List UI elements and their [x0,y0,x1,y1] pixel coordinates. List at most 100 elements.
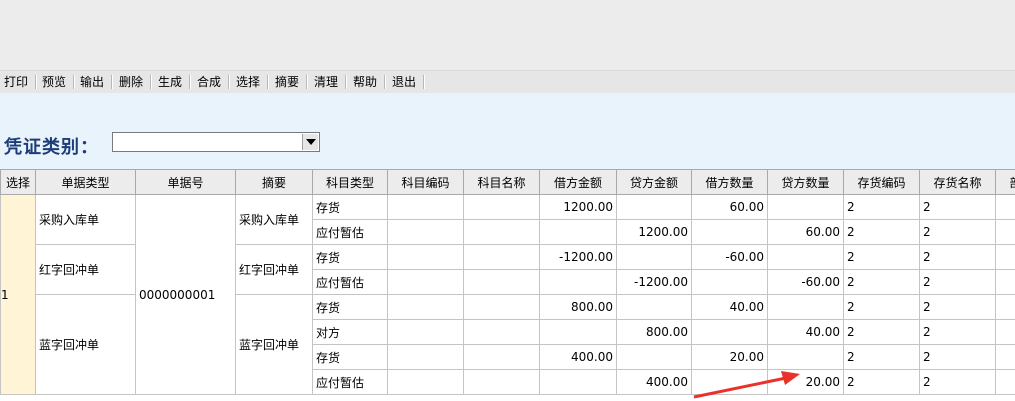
empty-cell [463,319,540,345]
credit-amount-cell: 400.00 [616,369,692,395]
inventory-name-cell: 2 [919,319,996,345]
toolbar-separator [35,75,37,89]
dropdown-arrow-button[interactable] [302,134,318,150]
toolbar-select-button[interactable]: 选择 [234,73,262,91]
empty-cell [463,194,540,220]
subject-type-cell: 应付暂估 [312,369,388,395]
empty-cell [463,369,540,395]
window-top-area [0,0,1015,70]
toolbar-help-button[interactable]: 帮助 [351,73,379,91]
column-header-doc-no[interactable]: 单据号 [135,169,236,195]
column-header-summary[interactable]: 摘要 [235,169,313,195]
column-header-credit-amount[interactable]: 贷方金额 [616,169,692,195]
toolbar-delete-button[interactable]: 删除 [117,73,145,91]
empty-cell [995,269,1015,295]
table-row[interactable]: 1 采购入库单 0000000001 采购入库单 存货 1200.00 60.00 2 2 [0,194,1015,395]
column-header-subject-code[interactable]: 科目编码 [387,169,464,195]
debit-amount-cell: 800.00 [539,294,617,320]
voucher-table: 选择 单据类型 单据号 摘要 科目类型 科目编码 科目名称 借方金额 贷方金额 借方数量 贷方数量存… [0,169,1015,395]
toolbar-separator [384,75,386,89]
empty-cell [387,319,464,345]
inventory-name-cell: 2 [919,219,996,245]
inventory-code-cell: 2 [843,244,920,270]
empty-cell [995,194,1015,220]
empty-cell [387,344,464,370]
debit-amount-cell: 1200.00 [539,194,617,220]
credit-amount-cell [616,294,692,320]
credit-qty-cell: 40.00 [767,319,844,345]
subject-type-cell: 存货 [312,344,388,370]
toolbar-preview-button[interactable]: 预览 [40,73,68,91]
debit-qty-cell [691,369,768,395]
column-header-inventory-name[interactable]: 存货名称 [919,169,996,195]
credit-qty-cell: -60.00 [767,269,844,295]
debit-amount-cell [539,319,617,345]
subject-type-cell: 存货 [312,194,388,220]
subject-type-cell: 应付暂估 [312,269,388,295]
toolbar-generate-button[interactable]: 生成 [156,73,184,91]
select-mark-cell[interactable]: 1 [0,194,36,395]
empty-cell [387,244,464,270]
toolbar-separator [111,75,113,89]
credit-qty-cell [767,344,844,370]
toolbar-clear-button[interactable]: 清理 [312,73,340,91]
debit-amount-cell [539,269,617,295]
credit-amount-cell [616,344,692,370]
toolbar-separator [150,75,152,89]
column-header-inventory-code[interactable]: 存货编码 [843,169,920,195]
toolbar-separator [189,75,191,89]
empty-cell [387,269,464,295]
toolbar-merge-button[interactable]: 合成 [195,73,223,91]
inventory-name-cell: 2 [919,244,996,270]
inventory-code-cell: 2 [843,219,920,245]
doc-type-cell: 红字回冲单 [35,244,136,295]
column-header-debit-qty[interactable]: 借方数量 [691,169,768,195]
inventory-name-cell: 2 [919,344,996,370]
credit-amount-cell [616,194,692,220]
debit-qty-cell: -60.00 [691,244,768,270]
toolbar-separator [345,75,347,89]
toolbar-summary-button[interactable]: 摘要 [273,73,301,91]
empty-cell [387,219,464,245]
toolbar-output-button[interactable]: 输出 [78,73,106,91]
toolbar-separator [228,75,230,89]
debit-qty-cell: 60.00 [691,194,768,220]
column-header-doc-type[interactable]: 单据类型 [35,169,136,195]
doc-type-cell: 蓝字回冲单 [35,294,136,395]
empty-cell [463,344,540,370]
empty-cell [995,294,1015,320]
inventory-name-cell: 2 [919,194,996,220]
column-header-subject-name[interactable]: 科目名称 [463,169,540,195]
column-header-credit-qty[interactable]: 贷方数量 [767,169,844,195]
empty-cell [463,219,540,245]
table-header-row: 选择 单据类型 单据号 摘要 科目类型 科目编码 科目名称 借方金额 贷方金额 借方数量 贷方数量存… [0,169,1015,195]
debit-qty-cell: 40.00 [691,294,768,320]
inventory-code-cell: 2 [843,369,920,395]
inventory-code-cell: 2 [843,269,920,295]
toolbar-print-button[interactable]: 打印 [2,73,30,91]
subject-type-cell: 应付暂估 [312,219,388,245]
column-header-department[interactable]: 部 [995,169,1015,195]
voucher-type-select[interactable] [112,132,320,152]
toolbar: 打印 预览 输出 删除 生成 合成 选择 摘要 清理 帮助 退出 [0,70,1015,94]
credit-qty-cell [767,244,844,270]
summary-cell: 采购入库单 [235,194,313,245]
empty-cell [995,319,1015,345]
credit-amount-cell: -1200.00 [616,269,692,295]
toolbar-exit-button[interactable]: 退出 [390,73,418,91]
empty-cell [387,369,464,395]
inventory-code-cell: 2 [843,194,920,220]
subject-type-cell: 对方 [312,319,388,345]
debit-amount-cell: 400.00 [539,344,617,370]
column-header-select[interactable]: 选择 [0,169,36,195]
toolbar-separator [267,75,269,89]
debit-amount-cell [539,369,617,395]
credit-qty-cell: 20.00 [767,369,844,395]
column-header-debit-amount[interactable]: 借方金额 [539,169,617,195]
inventory-name-cell: 2 [919,269,996,295]
empty-cell [995,369,1015,395]
column-header-subject-type[interactable]: 科目类型 [312,169,388,195]
empty-cell [463,294,540,320]
debit-qty-cell: 20.00 [691,344,768,370]
inventory-code-cell: 2 [843,319,920,345]
